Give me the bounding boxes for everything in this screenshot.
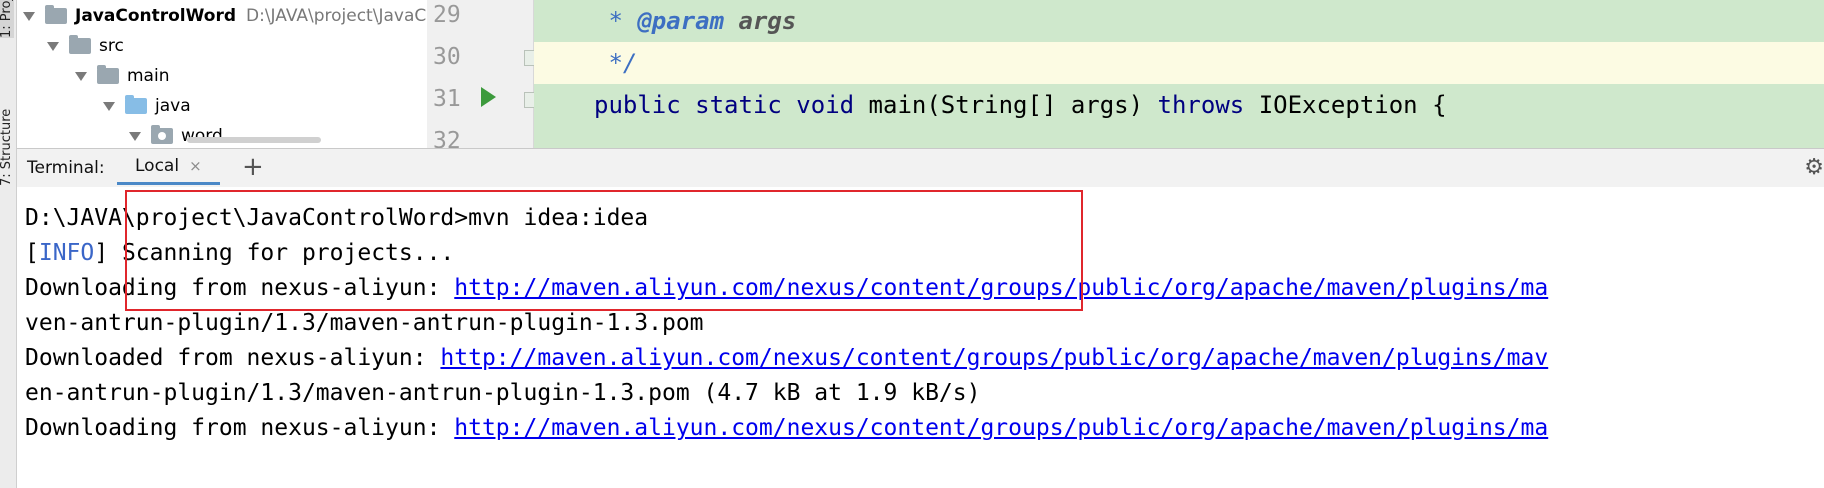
download-prefix: Downloading from nexus-aliyun: <box>25 415 455 441</box>
add-icon[interactable]: + <box>242 152 264 182</box>
chevron-down-icon[interactable] <box>75 71 87 81</box>
download-link[interactable]: http://maven.aliyun.com/nexus/content/gr… <box>454 415 1548 441</box>
code-text: main(String[] args) <box>868 91 1158 119</box>
info-message: ] Scanning for projects... <box>94 240 455 266</box>
code-line-31: public static void main(String[] args) t… <box>534 84 1824 126</box>
code-editor[interactable]: 29 30 31 32 * @param args */ public stat… <box>427 0 1824 148</box>
download-prefix: Downloaded from nexus-aliyun: <box>25 345 441 371</box>
line-number: 31 <box>433 86 461 112</box>
comment-text: * <box>594 7 638 35</box>
keyword-text: public static void <box>594 91 869 119</box>
code-text: IOException { <box>1258 91 1447 119</box>
source-folder-icon <box>125 95 147 114</box>
chevron-down-icon[interactable] <box>103 101 115 111</box>
tree-item-label: word <box>181 126 223 146</box>
terminal-info-line: [INFO] Scanning for projects... <box>25 240 454 266</box>
line-number: 30 <box>433 44 461 70</box>
line-number: 29 <box>433 2 461 28</box>
javadoc-tag: @param <box>637 7 725 35</box>
chevron-down-icon[interactable] <box>129 131 141 141</box>
bracket-text: [ <box>25 240 39 266</box>
editor-gutter: 29 30 31 32 <box>427 0 540 148</box>
terminal-title: Terminal: <box>27 158 105 178</box>
download-prefix: Downloading from nexus-aliyun: <box>25 275 455 301</box>
tree-horizontal-scrollbar[interactable] <box>187 137 321 143</box>
tree-item-label: JavaControlWord <box>75 6 237 26</box>
chevron-down-icon[interactable] <box>47 41 59 51</box>
comment-text: */ <box>594 49 638 77</box>
keyword-text: throws <box>1157 91 1259 119</box>
gear-icon[interactable]: ⚙ <box>1804 155 1824 180</box>
project-tree-panel: JavaControlWord D:\JAVA\project\JavaCont… <box>17 0 427 148</box>
terminal-output[interactable]: D:\JAVA\project\JavaControlWord>mvn idea… <box>17 187 1824 488</box>
terminal-header: Terminal: Local × + ⚙ <box>17 148 1824 188</box>
tool-window-strip: 1: Project 7: Structure <box>0 0 17 488</box>
tab-local[interactable]: Local × <box>117 149 220 185</box>
chevron-down-icon[interactable] <box>23 11 35 21</box>
folder-icon <box>69 35 91 54</box>
tree-item-label: main <box>127 66 170 86</box>
folder-icon <box>45 5 67 24</box>
package-icon <box>151 125 173 144</box>
tree-item-src[interactable]: src <box>47 32 124 60</box>
tab-label: Local <box>135 155 180 176</box>
run-icon[interactable] <box>481 87 496 107</box>
terminal-downloaded-cont: en-antrun-plugin/1.3/maven-antrun-plugin… <box>25 380 981 406</box>
project-tool-tab[interactable]: 1: Project <box>0 0 14 38</box>
terminal-prompt-line: D:\JAVA\project\JavaControlWord>mvn idea… <box>25 205 649 231</box>
tree-item-java[interactable]: java <box>103 92 191 120</box>
javadoc-param: args <box>724 7 797 35</box>
folder-icon <box>97 65 119 84</box>
structure-tool-tab[interactable]: 7: Structure <box>0 109 14 186</box>
tree-item-project-root[interactable]: JavaControlWord D:\JAVA\project\JavaCont… <box>23 2 427 30</box>
tree-item-label: java <box>155 96 191 116</box>
download-link[interactable]: http://maven.aliyun.com/nexus/content/gr… <box>440 345 1548 371</box>
tree-item-word[interactable]: word <box>129 122 223 148</box>
code-line-29: * @param args <box>534 0 1824 42</box>
close-icon[interactable]: × <box>189 157 202 175</box>
code-line-30: */ <box>534 42 1824 84</box>
terminal-download-cont: ven-antrun-plugin/1.3/maven-antrun-plugi… <box>25 310 704 336</box>
terminal-download-line: Downloading from nexus-aliyun: http://ma… <box>25 415 1548 441</box>
download-link[interactable]: http://maven.aliyun.com/nexus/content/gr… <box>454 275 1548 301</box>
line-number: 32 <box>433 128 461 148</box>
terminal-downloaded-line: Downloaded from nexus-aliyun: http://mav… <box>25 345 1548 371</box>
tree-item-main[interactable]: main <box>75 62 169 90</box>
tree-item-label: src <box>99 36 124 56</box>
code-line-32 <box>534 126 1824 148</box>
info-tag: INFO <box>38 240 95 266</box>
tree-item-path: D:\JAVA\project\JavaControlWord <box>246 6 427 26</box>
terminal-download-line: Downloading from nexus-aliyun: http://ma… <box>25 275 1548 301</box>
